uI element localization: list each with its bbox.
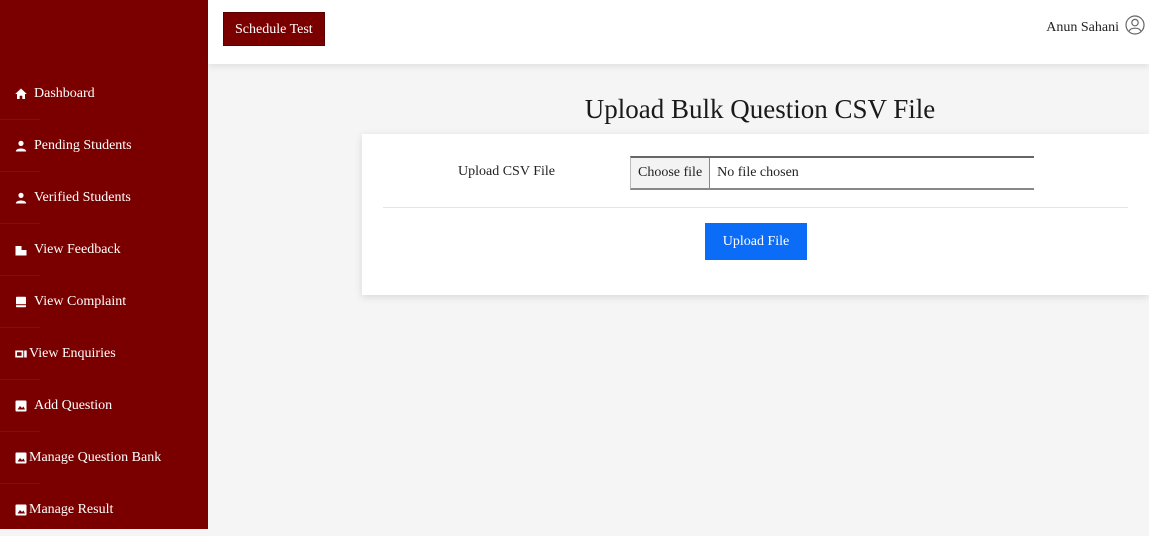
sidebar-item-label: Manage Result bbox=[29, 502, 114, 517]
feedback-icon bbox=[15, 244, 27, 256]
image-icon bbox=[15, 452, 27, 464]
sidebar-item-label: Manage Question Bank bbox=[29, 450, 162, 465]
sidebar-item-manage-result[interactable]: Manage Result bbox=[0, 484, 208, 536]
card-divider bbox=[383, 207, 1128, 208]
sidebar-nav: Dashboard Pending Students Verified Stud… bbox=[0, 68, 208, 536]
sidebar-item-view-feedback[interactable]: View Feedback bbox=[0, 224, 208, 276]
video-icon bbox=[15, 348, 27, 360]
document-icon bbox=[15, 296, 27, 308]
choose-file-button[interactable]: Choose file bbox=[631, 158, 711, 188]
upload-csv-label: Upload CSV File bbox=[458, 164, 555, 179]
user-icon bbox=[15, 140, 27, 152]
sidebar-item-label: View Complaint bbox=[34, 294, 127, 309]
page-title: Upload Bulk Question CSV File bbox=[584, 94, 936, 124]
sidebar-item-label: View Enquiries bbox=[29, 346, 116, 361]
sidebar: Dashboard Pending Students Verified Stud… bbox=[0, 0, 208, 529]
top-bar: Schedule Test Anun Sahani bbox=[208, 0, 1149, 64]
sidebar-item-label: Add Question bbox=[34, 398, 113, 413]
upload-file-button[interactable]: Upload File bbox=[705, 223, 807, 260]
image-icon bbox=[15, 504, 27, 516]
user-menu[interactable]: Anun Sahani bbox=[1046, 15, 1145, 36]
sidebar-item-label: Dashboard bbox=[34, 86, 95, 101]
image-icon bbox=[15, 400, 27, 412]
home-icon bbox=[15, 88, 27, 100]
sidebar-item-pending-students[interactable]: Pending Students bbox=[0, 120, 208, 172]
sidebar-item-add-question[interactable]: Add Question bbox=[0, 380, 208, 432]
user-avatar-icon[interactable] bbox=[1125, 15, 1145, 35]
sidebar-item-manage-question-bank[interactable]: Manage Question Bank bbox=[0, 432, 208, 484]
upload-card: Upload CSV File Choose file No file chos… bbox=[362, 134, 1149, 295]
sidebar-item-dashboard[interactable]: Dashboard bbox=[0, 68, 208, 120]
schedule-test-button[interactable]: Schedule Test bbox=[223, 12, 325, 46]
user-icon bbox=[15, 192, 27, 204]
file-status-text: No file chosen bbox=[717, 165, 799, 180]
sidebar-item-view-enquiries[interactable]: View Enquiries bbox=[0, 328, 208, 380]
sidebar-item-label: Pending Students bbox=[34, 138, 132, 153]
sidebar-header bbox=[0, 0, 208, 64]
sidebar-item-view-complaint[interactable]: View Complaint bbox=[0, 276, 208, 328]
sidebar-item-label: Verified Students bbox=[34, 190, 131, 205]
csv-file-input[interactable]: Choose file No file chosen bbox=[630, 156, 1034, 190]
sidebar-item-label: View Feedback bbox=[34, 242, 121, 257]
user-name: Anun Sahani bbox=[1046, 20, 1119, 35]
sidebar-item-verified-students[interactable]: Verified Students bbox=[0, 172, 208, 224]
